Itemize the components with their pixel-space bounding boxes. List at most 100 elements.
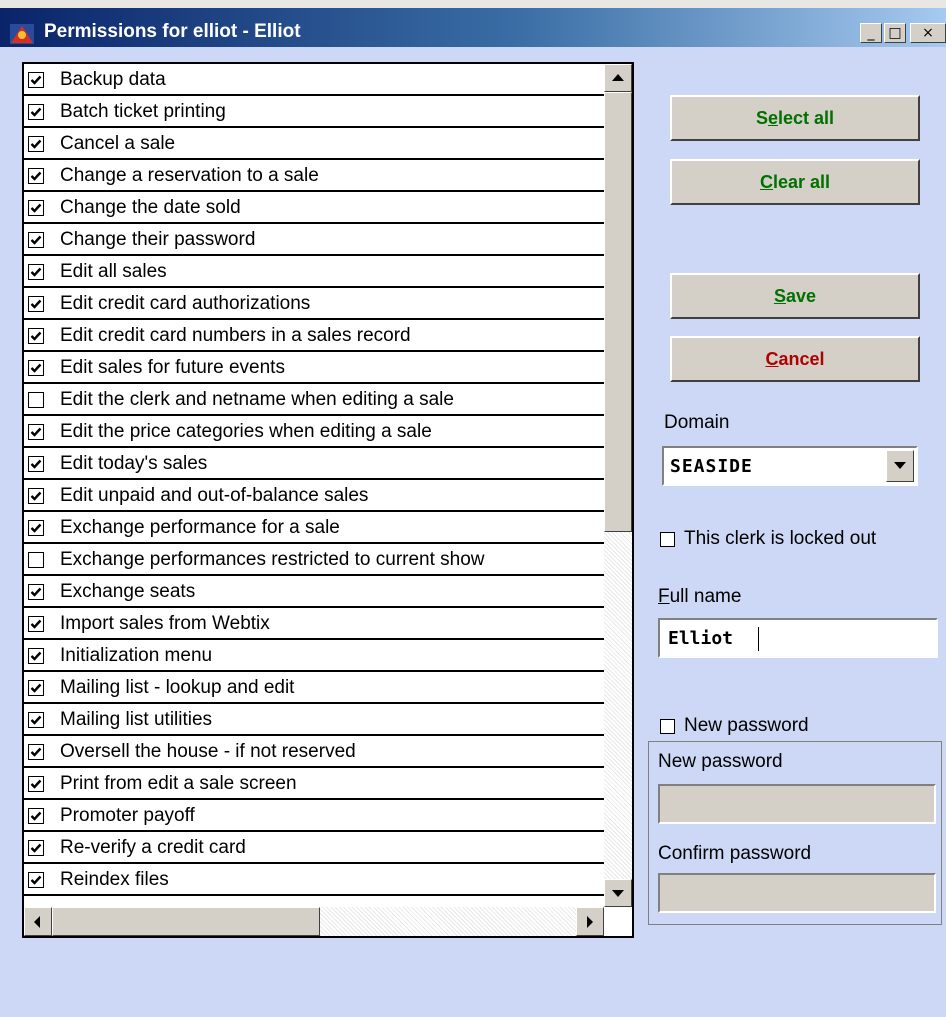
select-all-button[interactable]: Select all — [670, 95, 920, 141]
maximize-button[interactable]: □ — [884, 23, 906, 43]
permissions-list[interactable]: Backup data Batch ticket printing Cancel a… — [22, 62, 634, 938]
scroll-down-button[interactable] — [604, 879, 632, 907]
new-password-input[interactable] — [658, 784, 936, 824]
domain-label: Domain — [664, 412, 730, 433]
permission-label: Change the date sold — [60, 197, 241, 218]
permission-checkbox[interactable] — [28, 360, 44, 376]
permission-row[interactable]: Change their password — [24, 224, 604, 256]
cancel-button[interactable]: Cancel — [670, 336, 920, 382]
permission-row[interactable]: Edit all sales — [24, 256, 604, 288]
permission-row[interactable]: Exchange performance for a sale — [24, 512, 604, 544]
permission-checkbox[interactable] — [28, 776, 44, 792]
permission-checkbox[interactable] — [28, 552, 44, 568]
permission-row[interactable]: Initialization menu — [24, 640, 604, 672]
permission-checkbox[interactable] — [28, 264, 44, 280]
permission-row[interactable]: Print from edit a sale screen — [24, 768, 604, 800]
permission-row[interactable]: Re-verify a credit card — [24, 832, 604, 864]
full-name-label: Full name — [658, 586, 741, 608]
domain-dropdown-button[interactable] — [886, 450, 914, 482]
permission-checkbox[interactable] — [28, 712, 44, 728]
permission-row[interactable]: Import sales from Webtix — [24, 608, 604, 640]
permission-row[interactable]: Backup data — [24, 64, 604, 96]
permission-checkbox[interactable] — [28, 72, 44, 88]
permission-checkbox[interactable] — [28, 168, 44, 184]
permission-row[interactable]: Edit the clerk and netname when editing … — [24, 384, 604, 416]
permission-checkbox[interactable] — [28, 456, 44, 472]
full-name-value: Elliot — [668, 628, 734, 649]
permission-label: Edit unpaid and out-of-balance sales — [60, 485, 369, 506]
checkmark-icon — [30, 523, 42, 533]
permission-checkbox[interactable] — [28, 808, 44, 824]
permission-checkbox[interactable] — [28, 680, 44, 696]
permission-row[interactable]: Mailing list - lookup and edit — [24, 672, 604, 704]
close-button[interactable]: × — [910, 23, 946, 43]
permission-row[interactable]: Cancel a sale — [24, 128, 604, 160]
new-password-checkbox[interactable] — [660, 719, 675, 734]
permission-row[interactable]: Edit credit card numbers in a sales reco… — [24, 320, 604, 352]
permission-label: Edit today's sales — [60, 453, 208, 474]
horizontal-scrollbar[interactable] — [24, 907, 604, 936]
minimize-button[interactable]: _ — [860, 23, 882, 43]
permission-label: Mailing list utilities — [60, 709, 213, 730]
permission-row[interactable]: Edit today's sales — [24, 448, 604, 480]
title-bar[interactable]: Permissions for elliot - Elliot _ □ × — [0, 8, 946, 47]
permission-label: Initialization menu — [60, 645, 213, 666]
permission-checkbox[interactable] — [28, 296, 44, 312]
permission-row[interactable]: Reindex files — [24, 864, 604, 896]
permission-checkbox[interactable] — [28, 520, 44, 536]
permission-checkbox[interactable] — [28, 488, 44, 504]
permission-row[interactable]: Edit unpaid and out-of-balance sales — [24, 480, 604, 512]
locked-out-checkbox[interactable] — [660, 532, 675, 547]
permission-checkbox[interactable] — [28, 104, 44, 120]
permission-row[interactable]: Change a reservation to a sale — [24, 160, 604, 192]
permission-row[interactable]: Change the date sold — [24, 192, 604, 224]
vertical-scroll-thumb[interactable] — [604, 92, 632, 532]
checkmark-icon — [30, 651, 42, 661]
permission-checkbox[interactable] — [28, 328, 44, 344]
permission-label: Edit credit card numbers in a sales reco… — [60, 325, 411, 346]
checkmark-icon — [30, 75, 42, 85]
permission-label: Promoter payoff — [60, 805, 195, 826]
permission-checkbox[interactable] — [28, 392, 44, 408]
scroll-up-button[interactable] — [604, 64, 632, 92]
arrow-up-icon — [612, 74, 624, 81]
checkmark-icon — [30, 171, 42, 181]
permission-checkbox[interactable] — [28, 648, 44, 664]
permission-checkbox[interactable] — [28, 136, 44, 152]
checkmark-icon — [30, 235, 42, 245]
permission-label: Exchange performance for a sale — [60, 517, 340, 538]
clear-all-button[interactable]: Clear all — [670, 159, 920, 205]
full-name-input[interactable]: Elliot — [658, 618, 938, 658]
permission-checkbox[interactable] — [28, 424, 44, 440]
permission-checkbox[interactable] — [28, 744, 44, 760]
permission-row[interactable]: Edit sales for future events — [24, 352, 604, 384]
permission-row[interactable]: Exchange performances restricted to curr… — [24, 544, 604, 576]
permission-row[interactable]: Mailing list utilities — [24, 704, 604, 736]
permission-checkbox[interactable] — [28, 872, 44, 888]
domain-select[interactable]: SEASIDE — [662, 446, 918, 486]
permission-row[interactable]: Promoter payoff — [24, 800, 604, 832]
permission-checkbox[interactable] — [28, 616, 44, 632]
permission-row[interactable]: Batch ticket printing — [24, 96, 604, 128]
permission-checkbox[interactable] — [28, 232, 44, 248]
save-button[interactable]: Save — [670, 273, 920, 319]
permission-row[interactable]: Exchange seats — [24, 576, 604, 608]
confirm-password-input[interactable] — [658, 873, 936, 913]
permission-label: Print from edit a sale screen — [60, 773, 297, 794]
scroll-right-button[interactable] — [576, 907, 604, 936]
scroll-left-button[interactable] — [24, 907, 52, 936]
permission-row[interactable]: Edit the price categories when editing a… — [24, 416, 604, 448]
permission-label: Reindex files — [60, 869, 169, 890]
permission-checkbox[interactable] — [28, 840, 44, 856]
vertical-scrollbar[interactable] — [604, 64, 632, 907]
window-title: Permissions for elliot - Elliot — [44, 21, 301, 42]
permission-row[interactable]: Oversell the house - if not reserved — [24, 736, 604, 768]
permission-checkbox[interactable] — [28, 200, 44, 216]
checkmark-icon — [30, 267, 42, 277]
horizontal-scroll-thumb[interactable] — [52, 907, 320, 936]
permission-row[interactable]: Edit credit card authorizations — [24, 288, 604, 320]
permissions-rows: Backup data Batch ticket printing Cancel a… — [24, 64, 604, 907]
permission-checkbox[interactable] — [28, 584, 44, 600]
checkmark-icon — [30, 683, 42, 693]
locked-out-label: This clerk is locked out — [684, 528, 877, 549]
